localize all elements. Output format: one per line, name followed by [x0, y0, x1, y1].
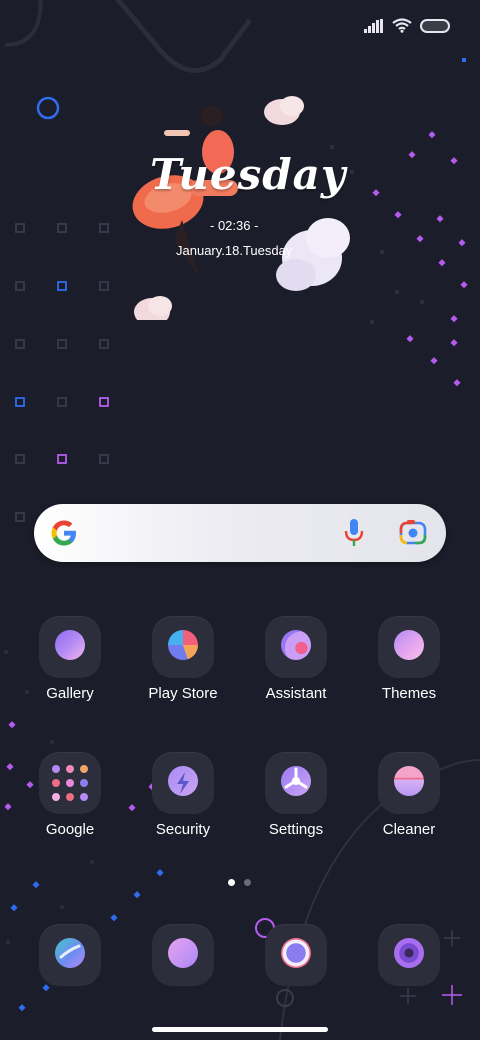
clock-time: - 02:36 - [210, 218, 259, 233]
app-settings[interactable]: Settings [241, 752, 351, 838]
google-g-icon [51, 520, 76, 546]
dock-messages[interactable] [128, 924, 238, 986]
camera-icon [378, 924, 440, 986]
signal-bars-icon [364, 18, 383, 33]
app-play-store[interactable]: Play Store [128, 616, 238, 702]
app-label: Gallery [46, 685, 94, 702]
browser-icon [265, 924, 327, 986]
camera-lens-icon[interactable] [399, 519, 427, 547]
app-label: Assistant [265, 685, 327, 702]
app-themes[interactable]: Themes [354, 616, 464, 702]
gallery-icon [39, 616, 101, 678]
app-google[interactable]: Google [15, 752, 125, 838]
dock-camera[interactable] [354, 924, 464, 986]
page-indicator [228, 879, 254, 887]
app-label: Google [45, 821, 95, 838]
assistant-icon [265, 616, 327, 678]
google-search-bar[interactable] [34, 504, 446, 562]
page-dot-active[interactable] [228, 879, 235, 886]
google-folder-icon [39, 752, 101, 814]
themes-icon [378, 616, 440, 678]
app-assistant[interactable]: Assistant [241, 616, 351, 702]
app-label: Themes [381, 685, 437, 702]
messages-icon [152, 924, 214, 986]
clock-widget[interactable] [120, 90, 360, 320]
wifi-icon [392, 18, 412, 33]
settings-icon [265, 752, 327, 814]
dock-phone[interactable] [15, 924, 125, 986]
phone-icon [39, 924, 101, 986]
app-gallery[interactable]: Gallery [15, 616, 125, 702]
battery-icon [420, 18, 450, 33]
clock-date: January.18.Tuesday [176, 243, 293, 258]
microphone-icon[interactable] [343, 518, 365, 548]
app-label: Security [155, 821, 211, 838]
dock-browser[interactable] [241, 924, 351, 986]
play-store-icon [152, 616, 214, 678]
app-cleaner[interactable]: Cleaner [354, 752, 464, 838]
cleaner-icon [378, 752, 440, 814]
day-word: Tuesday [150, 150, 347, 199]
app-security[interactable]: Security [128, 752, 238, 838]
app-label: Play Store [148, 685, 218, 702]
app-label: Settings [268, 821, 324, 838]
security-icon [152, 752, 214, 814]
page-dot[interactable] [244, 879, 251, 886]
gesture-bar[interactable] [152, 1027, 328, 1032]
status-bar [364, 18, 450, 33]
rocket-girl-illustration [132, 96, 350, 320]
app-label: Cleaner [382, 821, 436, 838]
